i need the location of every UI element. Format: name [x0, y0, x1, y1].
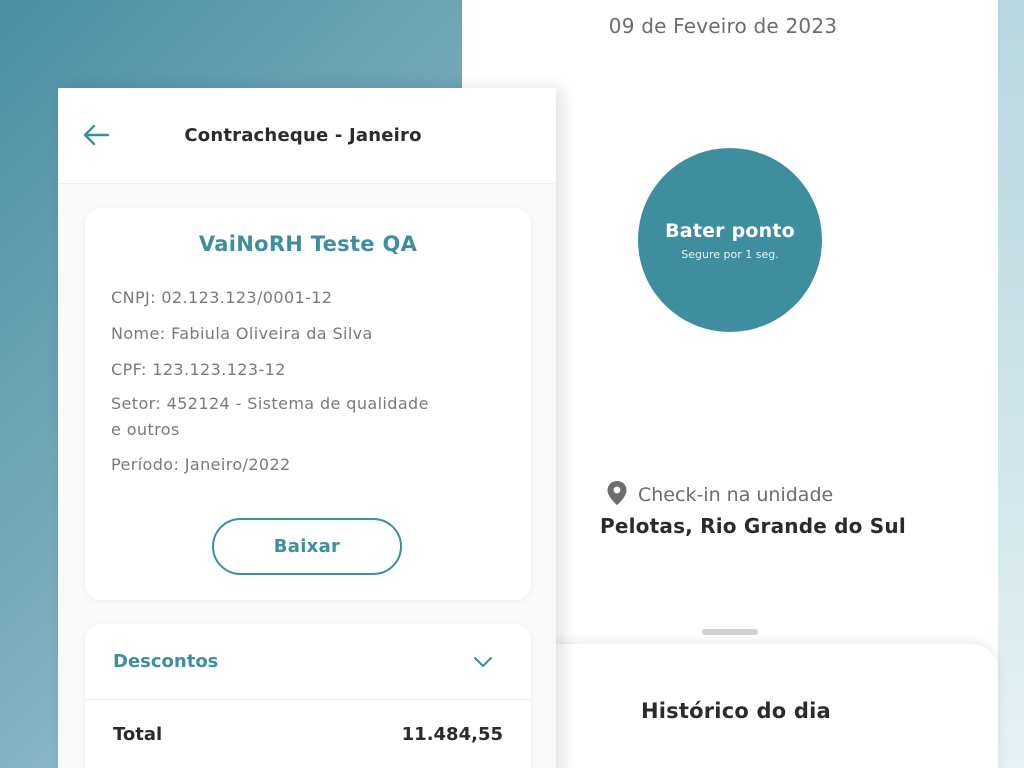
sector-text-continued: e outros [111, 420, 180, 439]
discounts-label: Descontos [113, 651, 219, 672]
payslip-info-card: VaiNoRH Teste QA CNPJ: 02.123.123/0001-1… [85, 208, 531, 600]
payslip-header: Contracheque - Janeiro [58, 88, 556, 184]
sector-text: Setor: 452124 - Sistema de qualidade [111, 394, 429, 413]
period-text: Período: Janeiro/2022 [111, 455, 291, 474]
sheet-drag-handle[interactable] [702, 629, 758, 635]
total-label: Total [113, 724, 163, 745]
daily-history-sheet[interactable]: Histórico do dia [532, 644, 998, 768]
payslip-screen: Contracheque - Janeiro VaiNoRH Teste QA … [58, 88, 556, 768]
punch-clock-hint: Segure por 1 seg. [681, 247, 779, 261]
total-value: 11.484,55 [401, 724, 503, 745]
checkin-label: Check-in na unidade [638, 484, 834, 506]
punch-clock-button[interactable]: Bater ponto Segure por 1 seg. [638, 148, 822, 332]
daily-history-title: Histórico do dia [641, 699, 831, 723]
checkin-location: Pelotas, Rio Grande do Sul [600, 514, 906, 538]
current-date: 09 de Feveiro de 2023 [608, 14, 838, 38]
employee-name-text: Nome: Fabiula Oliveira da Silva [111, 324, 373, 343]
page-title: Contracheque - Janeiro [184, 125, 422, 146]
company-name: VaiNoRH Teste QA [198, 232, 418, 256]
cnpj-text: CNPJ: 02.123.123/0001-12 [111, 288, 333, 307]
download-label: Baixar [273, 536, 341, 557]
discounts-accordion[interactable]: Descontos [85, 624, 531, 700]
punch-clock-label: Bater ponto [665, 219, 795, 242]
discounts-card: Descontos Total 11.484,55 [85, 624, 531, 768]
map-pin-icon [606, 480, 628, 510]
checkin-row: Check-in na unidade [606, 480, 833, 510]
cpf-text: CPF: 123.123.123-12 [111, 360, 286, 379]
download-button[interactable]: Baixar [212, 518, 402, 575]
background-gradient [996, 0, 1024, 768]
chevron-down-icon [473, 654, 493, 673]
